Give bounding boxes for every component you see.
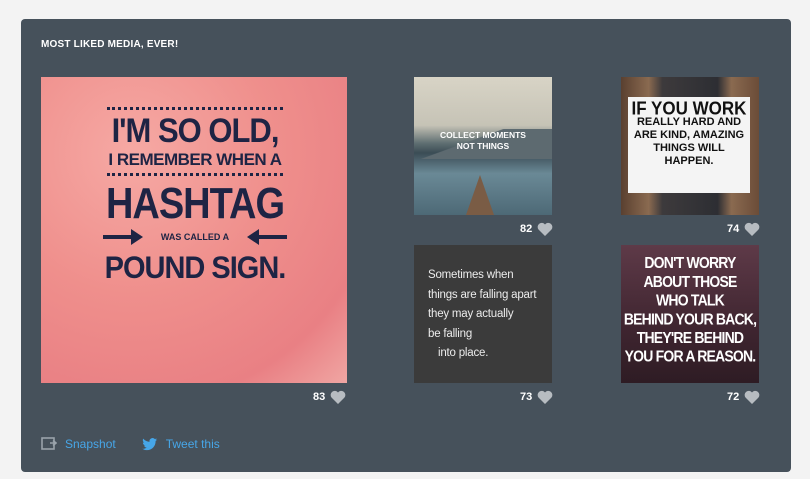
snapshot-label: Snapshot bbox=[65, 437, 116, 451]
poster-line: they may actually bbox=[428, 308, 514, 320]
like-number: 74 bbox=[727, 223, 740, 235]
dock-shape bbox=[466, 175, 494, 215]
poster-line: HASHTAG bbox=[105, 179, 285, 229]
panel-title: MOST LIKED MEDIA, EVER! bbox=[41, 39, 179, 50]
share-footer: Snapshot Tweet this bbox=[41, 437, 220, 451]
like-number: 73 bbox=[520, 391, 533, 403]
poster-line: WHO TALK bbox=[656, 291, 725, 309]
poster-line: THINGS WILL HAPPEN. bbox=[653, 142, 725, 167]
poster-line: IF YOU WORK bbox=[631, 98, 747, 119]
like-count[interactable]: 72 bbox=[727, 389, 760, 405]
twitter-bird-icon bbox=[141, 437, 157, 450]
poster-line: THEY'RE BEHIND bbox=[636, 328, 744, 347]
poster-line: I'M SO OLD, bbox=[111, 111, 280, 150]
poster-line: ARE KIND, AMAZING bbox=[633, 129, 745, 141]
heart-icon bbox=[744, 222, 760, 236]
tweet-this-link[interactable]: Tweet this bbox=[141, 437, 220, 451]
like-count[interactable]: 74 bbox=[727, 221, 760, 237]
like-number: 72 bbox=[727, 391, 740, 403]
poster-text: IF YOU WORK REALLY HARD AND ARE KIND, AM… bbox=[628, 98, 750, 168]
poster-line: Sometimes when bbox=[428, 269, 514, 281]
poster-line: be falling bbox=[428, 327, 473, 340]
media-tile-collect-moments[interactable]: COLLECT MOMENTS NOT THINGS bbox=[414, 77, 552, 215]
like-number: 82 bbox=[520, 223, 533, 235]
poster-text: Sometimes when things are falling apart … bbox=[428, 266, 537, 364]
poster-line: things are falling apart bbox=[428, 288, 537, 301]
media-tile-if-you-work[interactable]: IF YOU WORK REALLY HARD AND ARE KIND, AM… bbox=[621, 77, 759, 215]
dotted-divider bbox=[107, 173, 283, 176]
poster-line: into place. bbox=[438, 347, 489, 359]
like-count[interactable]: 82 bbox=[520, 221, 553, 237]
poster-line: DON'T WORRY bbox=[644, 253, 736, 272]
poster-line: POUND SIGN. bbox=[104, 250, 287, 286]
media-tile-sometimes[interactable]: Sometimes when things are falling apart … bbox=[414, 245, 552, 383]
snapshot-link[interactable]: Snapshot bbox=[41, 437, 116, 451]
dotted-divider bbox=[107, 107, 283, 110]
poster-text: I'M SO OLD, I REMEMBER WHEN A HASHTAG WA… bbox=[103, 107, 287, 286]
heart-icon bbox=[330, 390, 346, 404]
like-count[interactable]: 83 bbox=[313, 389, 346, 405]
poster-text: DON'T WORRY ABOUT THOSE WHO TALK BEHIND … bbox=[621, 254, 759, 366]
media-tile-hashtag[interactable]: I'M SO OLD, I REMEMBER WHEN A HASHTAG WA… bbox=[41, 77, 347, 383]
tweet-label: Tweet this bbox=[165, 437, 220, 451]
like-count[interactable]: 73 bbox=[520, 389, 553, 405]
arrow-right-icon bbox=[103, 229, 143, 245]
heart-icon bbox=[537, 390, 553, 404]
heart-icon bbox=[537, 222, 553, 236]
snapshot-icon bbox=[41, 437, 57, 450]
poster-line: BEHIND YOUR BACK, bbox=[623, 310, 757, 328]
poster-line: ABOUT THOSE bbox=[643, 272, 737, 291]
poster-line: I REMEMBER WHEN A bbox=[108, 150, 282, 169]
poster-line: NOT THINGS bbox=[456, 141, 510, 151]
poster-line: YOU FOR A REASON. bbox=[624, 347, 757, 365]
media-tile-dont-worry[interactable]: DON'T WORRY ABOUT THOSE WHO TALK BEHIND … bbox=[621, 245, 759, 383]
poster-line: WAS CALLED A bbox=[160, 232, 230, 242]
like-number: 83 bbox=[313, 391, 326, 403]
heart-icon bbox=[744, 390, 760, 404]
poster-line: COLLECT MOMENTS bbox=[440, 130, 526, 140]
poster-text: COLLECT MOMENTS NOT THINGS bbox=[414, 130, 552, 152]
arrow-left-icon bbox=[246, 229, 287, 245]
most-liked-media-panel: MOST LIKED MEDIA, EVER! I'M SO OLD, I RE… bbox=[21, 19, 791, 472]
